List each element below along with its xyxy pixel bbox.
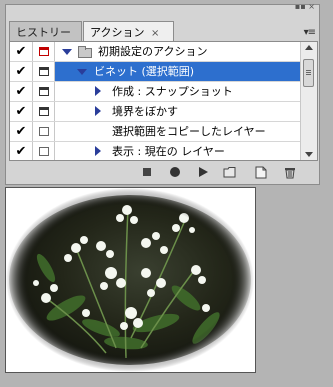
actions-toolbar [6, 163, 319, 183]
toggle-check[interactable]: ✔ [10, 102, 33, 121]
stop-icon[interactable] [140, 165, 154, 179]
actions-list: ✔ 初期設定のアクション ✔ ビネット (選択範囲) ✔ 作成 : スナップショ… [9, 41, 318, 161]
vignette-photo [5, 187, 256, 373]
dialog-toggle[interactable] [33, 122, 55, 141]
command-row[interactable]: ✔ 作成 : スナップショット [10, 82, 301, 102]
dialog-toggle[interactable] [33, 42, 55, 61]
command-label: 作成 : スナップショット [112, 85, 233, 98]
tab-history[interactable]: ヒストリー [9, 21, 82, 41]
flower-photo-image [6, 188, 255, 372]
expand-right-icon[interactable] [95, 146, 101, 156]
play-icon[interactable] [196, 165, 210, 179]
dialog-icon [38, 87, 49, 96]
dialog-toggle[interactable] [33, 102, 55, 121]
panel-title-bar[interactable] [6, 5, 319, 11]
action-row-selected[interactable]: ✔ ビネット (選択範囲) [10, 62, 301, 82]
toggle-check[interactable]: ✔ [10, 142, 33, 160]
folder-icon[interactable] [223, 165, 237, 179]
expand-right-icon[interactable] [95, 106, 101, 116]
command-row[interactable]: ✔ 境界をぼかす [10, 102, 301, 122]
action-label: ビネット (選択範囲) [94, 65, 195, 78]
dialog-empty-icon [38, 147, 49, 156]
dialog-icon [38, 67, 49, 76]
panel-menu-icon[interactable]: ▾≡ [304, 27, 316, 38]
expand-down-icon[interactable] [77, 69, 87, 75]
dialog-toggle[interactable] [33, 142, 55, 160]
expand-down-icon[interactable] [62, 49, 72, 55]
tab-close-icon[interactable]: × [151, 28, 159, 39]
trash-icon[interactable] [283, 165, 297, 179]
dialog-toggle[interactable] [33, 62, 55, 81]
tab-actions-label: アクション [90, 26, 145, 39]
record-icon[interactable] [168, 165, 182, 179]
dialog-empty-icon [38, 127, 49, 136]
scroll-down-icon[interactable] [305, 152, 313, 157]
dialog-toggle[interactable] [33, 82, 55, 101]
toggle-check[interactable]: ✔ [10, 62, 33, 81]
new-action-icon[interactable] [254, 165, 268, 179]
dialog-icon [38, 107, 49, 116]
panel-close-icon[interactable]: ▪▪ × [295, 2, 315, 11]
scroll-up-icon[interactable] [305, 45, 313, 50]
toggle-check[interactable]: ✔ [10, 42, 33, 61]
command-label: 選択範囲をコピーしたレイヤー [112, 125, 266, 138]
command-row[interactable]: ✔ 表示 : 現在の レイヤー [10, 142, 301, 160]
folder-icon [78, 46, 92, 58]
tab-actions[interactable]: アクション × [83, 21, 174, 42]
actions-panel: ▪▪ × ヒストリー アクション × ▾≡ ✔ 初期設定のアクション ✔ ビネッ… [5, 2, 320, 185]
command-label: 表示 : 現在の レイヤー [112, 145, 225, 158]
toggle-check[interactable]: ✔ [10, 122, 33, 141]
action-set-row[interactable]: ✔ 初期設定のアクション [10, 42, 301, 62]
command-row[interactable]: ✔ 選択範囲をコピーしたレイヤー [10, 122, 301, 142]
toggle-check[interactable]: ✔ [10, 82, 33, 101]
action-set-label: 初期設定のアクション [98, 45, 208, 58]
command-label: 境界をぼかす [112, 105, 178, 118]
expand-right-icon[interactable] [95, 86, 101, 96]
dialog-icon [38, 47, 49, 56]
tab-history-label: ヒストリー [16, 26, 71, 39]
scroll-thumb[interactable] [303, 59, 314, 87]
scrollbar[interactable] [300, 42, 317, 160]
